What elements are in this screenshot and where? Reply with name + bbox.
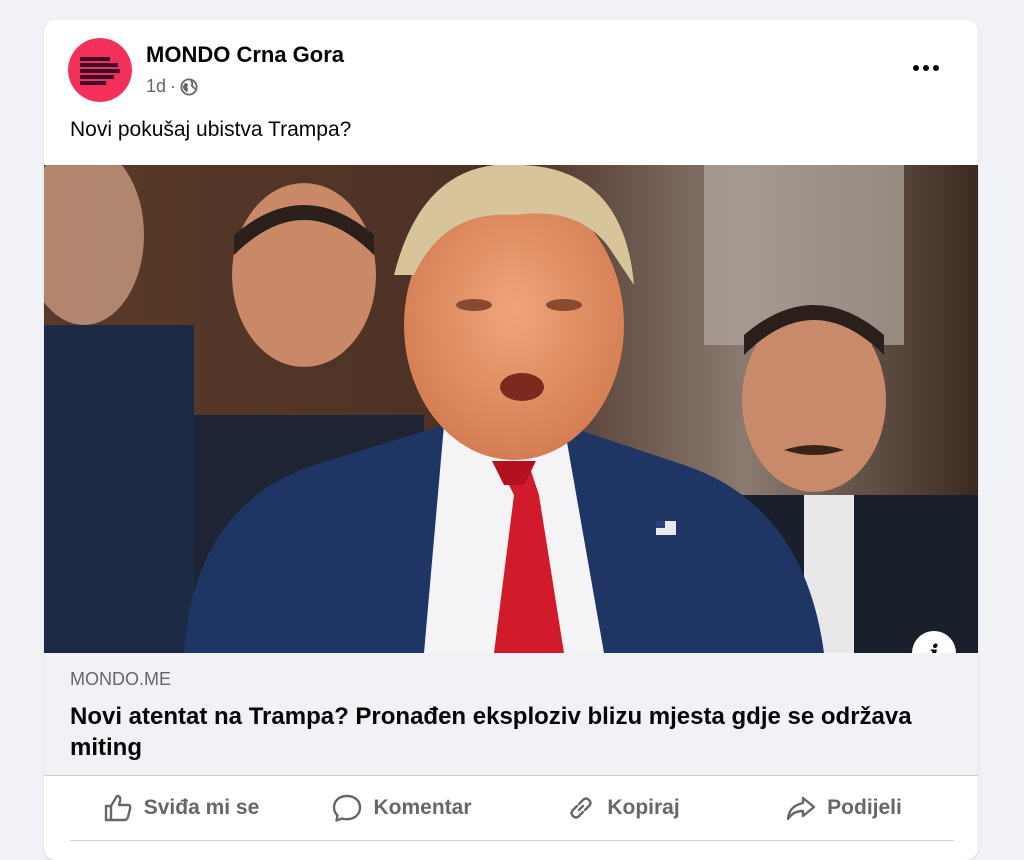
avatar[interactable] [68, 38, 132, 102]
post-photo[interactable]: i [44, 165, 978, 653]
link-icon [570, 797, 593, 819]
post-text: Novi pokušaj ubistva Trampa? [70, 118, 352, 141]
action-bar: Sviđa mi se Komentar Kopiraj Podijeli [70, 776, 954, 841]
meta-separator: · [170, 76, 177, 96]
mondo-logo-icon [68, 38, 132, 102]
post-card: MONDO Crna Gora 1d · Novi pokušaj ubistv… [44, 20, 978, 860]
like-label: Sviđa mi se [143, 796, 260, 819]
comment-button[interactable]: Komentar [291, 782, 512, 834]
post-meta: 1d · [146, 76, 198, 97]
link-preview[interactable]: MONDO.ME Novi atentat na Trampa? Pronađe… [44, 653, 978, 776]
globe-icon [180, 77, 198, 96]
more-options-button[interactable] [908, 50, 944, 86]
page-name[interactable]: MONDO Crna Gora [146, 42, 344, 68]
like-button[interactable]: Sviđa mi se [70, 782, 291, 834]
comment-label: Komentar [373, 796, 472, 819]
more-options-icon [913, 65, 939, 71]
link-domain: MONDO.ME [70, 669, 171, 689]
photo-illustration [44, 165, 978, 653]
post-header: MONDO Crna Gora 1d · [44, 20, 978, 120]
copy-link-button[interactable]: Kopiraj [512, 782, 733, 834]
share-button[interactable]: Podijeli [733, 782, 954, 834]
post-time[interactable]: 1d [146, 76, 166, 97]
comment-icon [333, 794, 362, 822]
share-label: Podijeli [827, 796, 902, 819]
link-title[interactable]: Novi atentat na Trampa? Pronađen eksploz… [70, 701, 930, 763]
thumbs-up-icon [104, 794, 132, 822]
copy-link-label: Kopiraj [607, 796, 680, 819]
share-icon [786, 796, 816, 821]
